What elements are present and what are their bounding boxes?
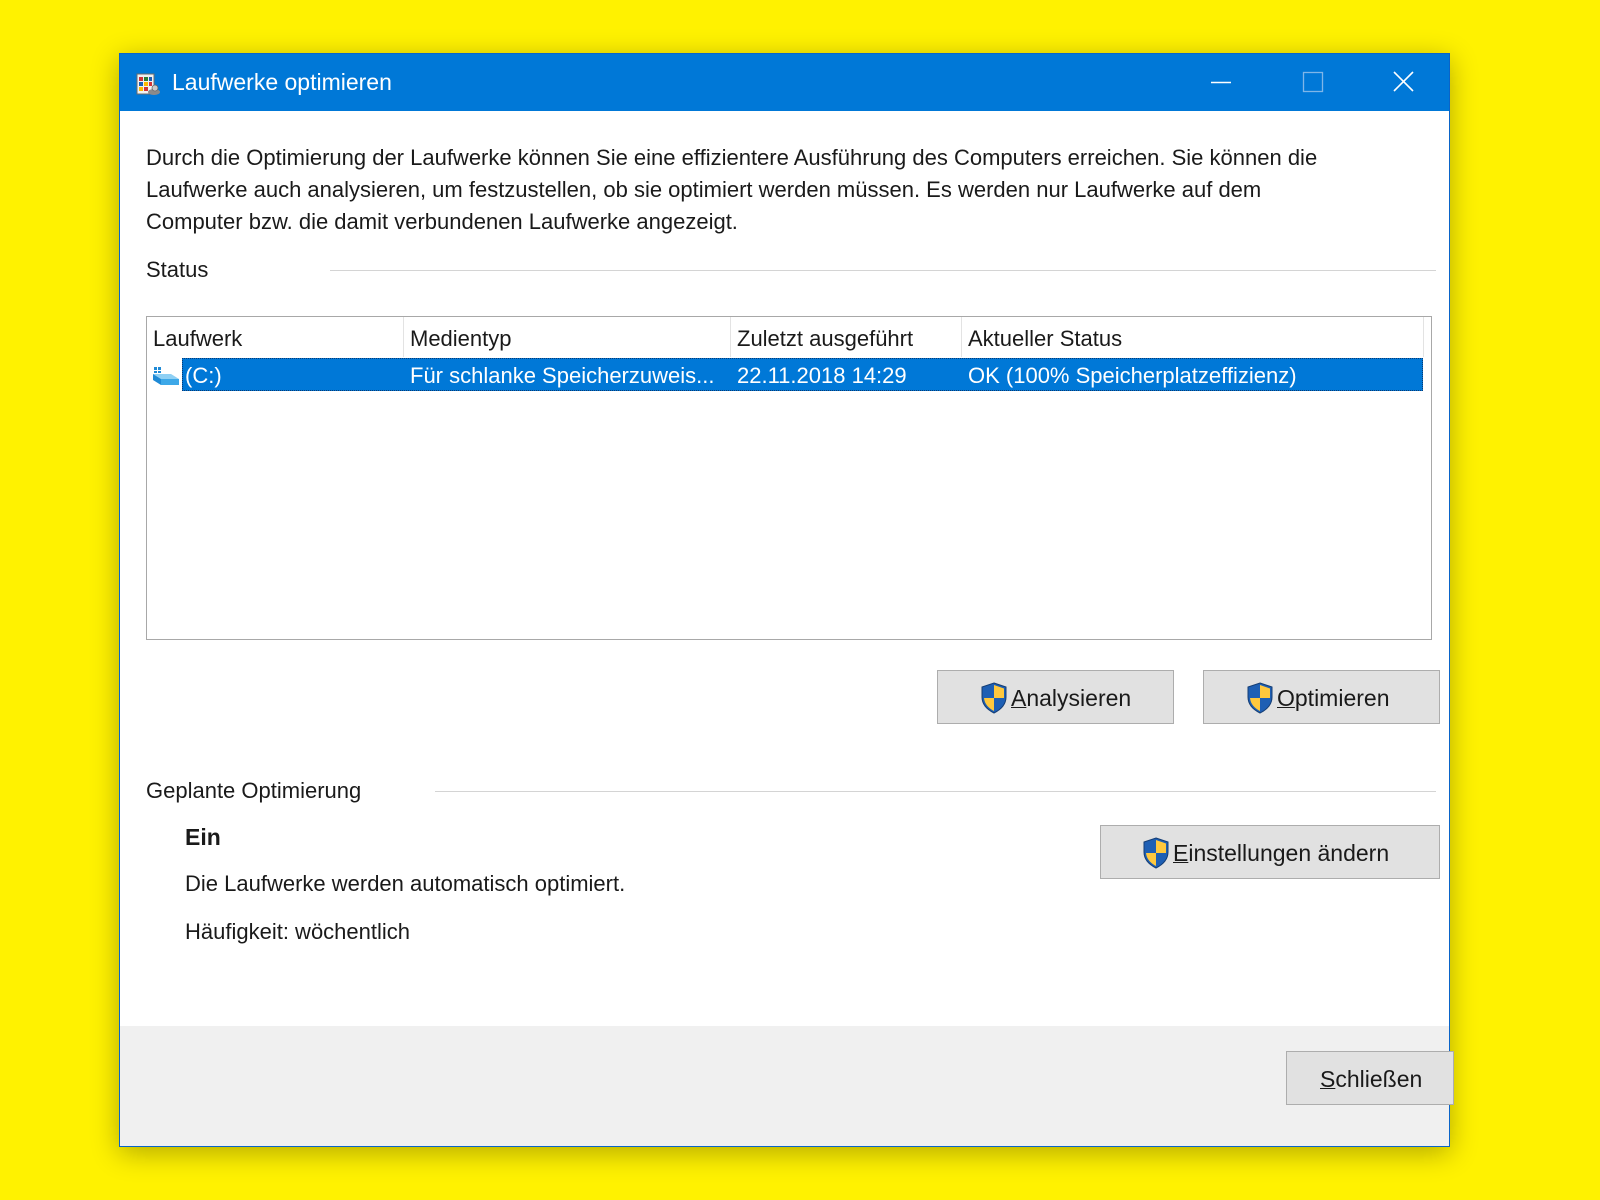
close-button[interactable] (1357, 54, 1449, 111)
dialog-footer: Schließen (120, 1026, 1454, 1146)
scheduled-section-label: Geplante Optimierung (146, 778, 362, 803)
schedule-frequency: Häufigkeit: wöchentlich (185, 919, 411, 944)
cell-last-run: 22.11.2018 14:29 (737, 363, 907, 388)
optimize-button[interactable]: Optimieren (1203, 670, 1440, 724)
defrag-app-icon (136, 73, 160, 95)
column-header-media-type[interactable]: Medientyp (404, 317, 731, 357)
status-divider (330, 270, 1436, 271)
change-settings-button-label: Einstellungen ändern (1173, 840, 1390, 866)
uac-shield-icon (1143, 837, 1169, 869)
table-row[interactable]: (C:) Für schlanke Speicherzuweis... 22.1… (147, 358, 1423, 391)
maximize-button[interactable] (1267, 54, 1359, 111)
schedule-info: Die Laufwerke werden automatisch optimie… (185, 871, 626, 896)
uac-shield-icon (1247, 682, 1273, 714)
analyze-button-label: Analysieren (1011, 685, 1132, 711)
optimize-button-label: Optimieren (1277, 685, 1390, 711)
column-header-last-run[interactable]: Zuletzt ausgeführt (731, 317, 962, 357)
schedule-state: Ein (185, 824, 221, 850)
drives-list[interactable]: Laufwerk Medientyp Zuletzt ausgeführt Ak… (146, 316, 1432, 640)
optimize-drives-window: Laufwerke optimieren Durch die Optimieru… (119, 53, 1454, 1147)
description-text: Durch die Optimierung der Laufwerke könn… (146, 145, 1318, 234)
close-dialog-button-label: Schließen (1320, 1066, 1423, 1092)
uac-shield-icon (981, 682, 1007, 714)
maximize-icon (1302, 71, 1324, 93)
scheduled-divider (435, 791, 1436, 792)
minimize-icon (1211, 81, 1231, 84)
cell-media-type: Für schlanke Speicherzuweis... (410, 363, 715, 388)
list-header: Laufwerk Medientyp Zuletzt ausgeführt Ak… (147, 317, 1431, 357)
analyze-button[interactable]: Analysieren (937, 670, 1174, 724)
close-dialog-button[interactable]: Schließen (1286, 1051, 1454, 1105)
title-bar[interactable]: Laufwerke optimieren (120, 54, 1449, 111)
cell-drive: (C:) (185, 363, 222, 388)
minimize-button[interactable] (1175, 54, 1267, 111)
drive-icon (153, 367, 179, 385)
window-title: Laufwerke optimieren (172, 69, 392, 95)
cell-current-status: OK (100% Speicherplatzeffizienz) (968, 363, 1297, 388)
column-header-current-status[interactable]: Aktueller Status (962, 317, 1424, 357)
column-header-drive[interactable]: Laufwerk (147, 317, 404, 357)
status-section-label: Status (146, 257, 209, 282)
change-settings-button[interactable]: Einstellungen ändern (1100, 825, 1440, 879)
close-icon (1393, 71, 1414, 92)
